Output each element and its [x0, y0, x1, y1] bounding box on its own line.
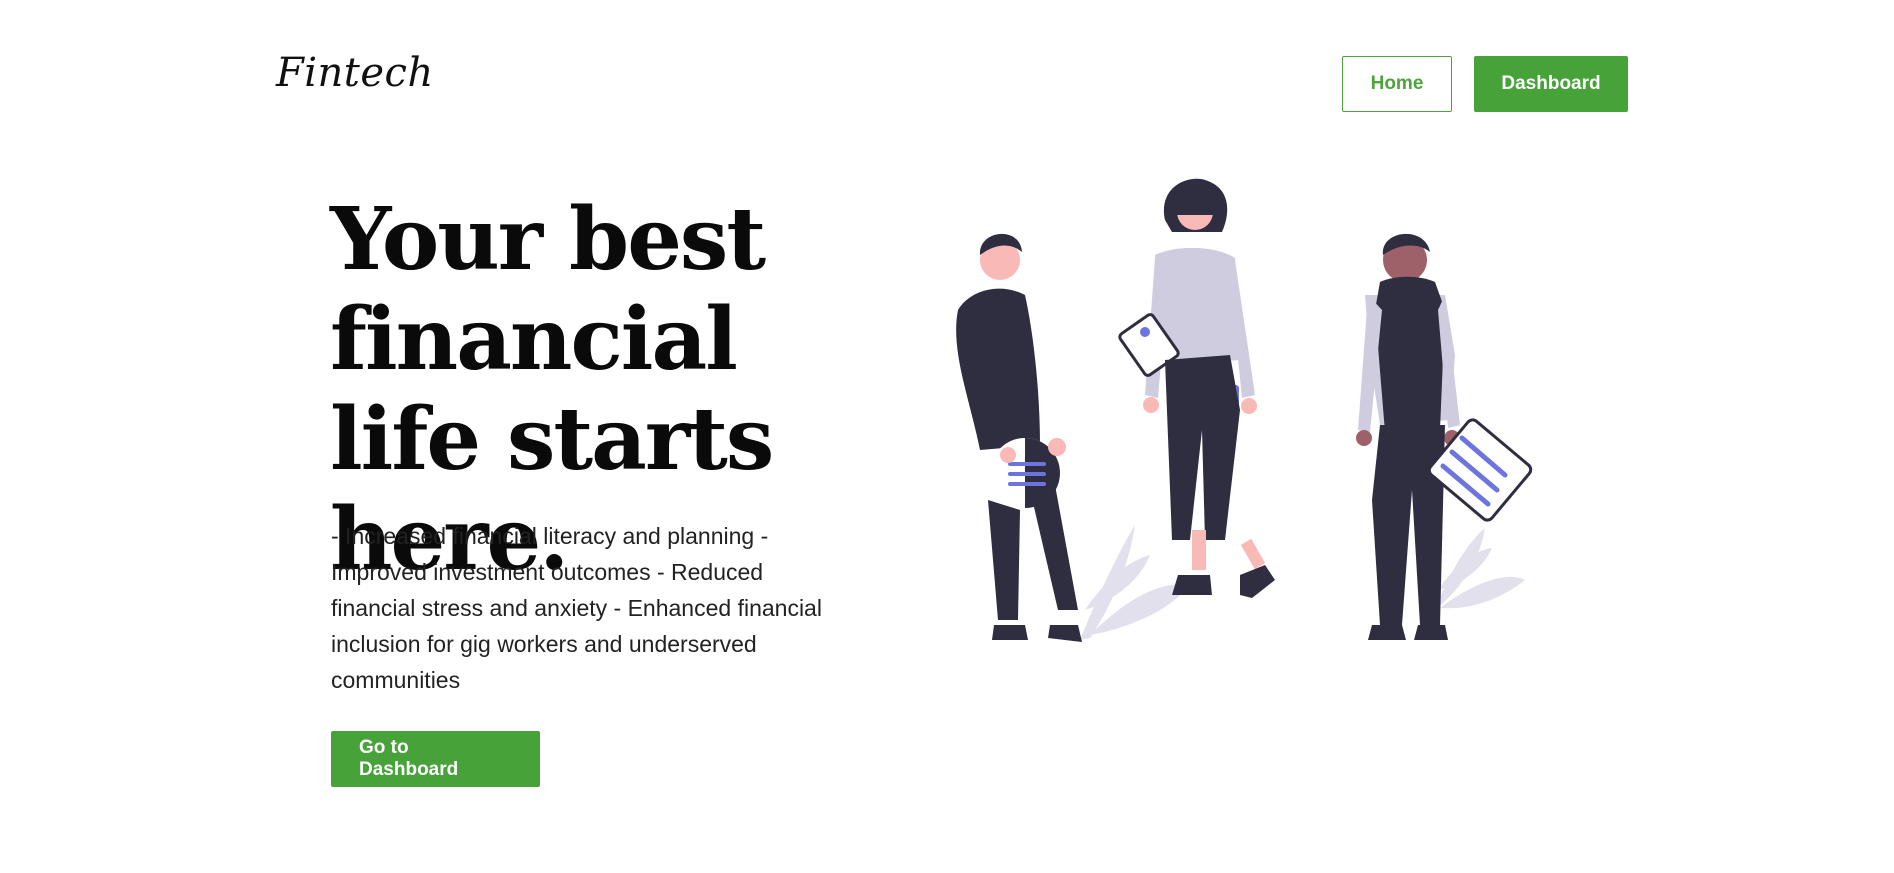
go-to-dashboard-button[interactable]: Go to Dashboard	[331, 731, 540, 787]
person-left-icon	[956, 233, 1082, 642]
hero-description: - Increased financial literacy and plann…	[331, 523, 822, 693]
person-middle-icon	[1118, 178, 1275, 598]
people-illustration-icon	[956, 178, 1533, 642]
top-nav: Home Dashboard	[1342, 56, 1628, 112]
home-button[interactable]: Home	[1342, 56, 1452, 112]
plant-right-icon	[1435, 528, 1525, 610]
plant-left-icon	[1080, 525, 1190, 640]
dashboard-button[interactable]: Dashboard	[1474, 56, 1628, 112]
landing-page: Fintech Home Dashboard Your best financi…	[0, 0, 1894, 873]
brand-logo[interactable]: Fintech	[276, 50, 434, 96]
